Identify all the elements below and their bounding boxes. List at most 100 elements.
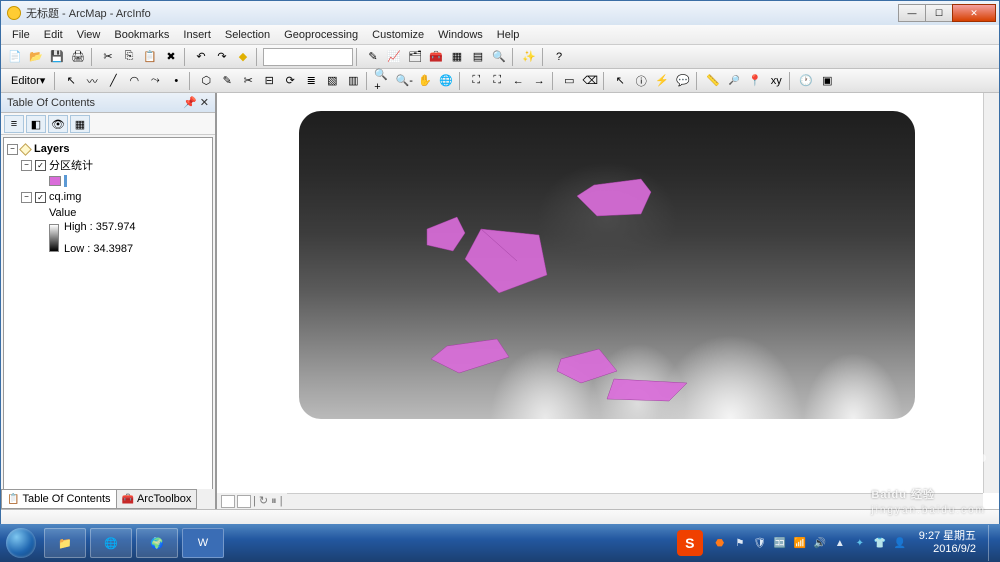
hyperlink-tool[interactable]: ⚡ — [652, 71, 672, 91]
point-tool[interactable]: • — [166, 71, 186, 91]
data-view-tab[interactable] — [221, 495, 235, 508]
layer2-checkbox[interactable]: ✓ — [35, 192, 46, 203]
maximize-button[interactable]: ☐ — [925, 4, 953, 22]
start-button[interactable] — [0, 524, 42, 562]
save-button[interactable]: 💾 — [47, 47, 67, 67]
zone-polygon-1[interactable] — [577, 179, 651, 216]
select-elements-tool[interactable]: ↖ — [610, 71, 630, 91]
show-desktop-button[interactable] — [988, 525, 998, 561]
tray-security-icon[interactable]: ⬣ — [713, 536, 727, 550]
search-button[interactable]: 🔍 — [489, 47, 509, 67]
help-button[interactable]: ? — [549, 47, 569, 67]
reshape-tool[interactable]: ✎ — [217, 71, 237, 91]
zone-polygon-2[interactable] — [427, 217, 465, 251]
catalog-button[interactable]: 🗂 — [405, 47, 425, 67]
find-tool[interactable]: 🔎 — [724, 71, 744, 91]
toc-tree[interactable]: − Layers − ✓ 分区统计 − ✓ cq.img — [3, 137, 213, 507]
menu-customize[interactable]: Customize — [365, 27, 431, 43]
cut-polygons[interactable]: ✂ — [238, 71, 258, 91]
zone-polygon-5[interactable] — [557, 349, 617, 383]
rotate-tool[interactable]: ⟳ — [280, 71, 300, 91]
scale-combo[interactable] — [263, 48, 353, 66]
menu-selection[interactable]: Selection — [218, 27, 277, 43]
layer2-gradient-swatch[interactable] — [49, 224, 59, 252]
map-scrollbar-v[interactable] — [983, 93, 999, 493]
menu-bookmarks[interactable]: Bookmarks — [107, 27, 176, 43]
expander-layer2[interactable]: − — [21, 192, 32, 203]
menu-edit[interactable]: Edit — [37, 27, 70, 43]
toolbox-button[interactable]: 🧰 — [426, 47, 446, 67]
editor-dropdown[interactable]: Editor ▾ — [5, 71, 51, 91]
forward-extent-button[interactable]: → — [529, 71, 549, 91]
tab-arctoolbox[interactable]: 🧰 ArcToolbox — [116, 489, 198, 509]
python-button[interactable]: ▦ — [447, 47, 467, 67]
menu-file[interactable]: File — [5, 27, 37, 43]
arc-segment[interactable]: ◠ — [124, 71, 144, 91]
map-viewport[interactable] — [233, 93, 983, 491]
tray-volume-icon[interactable]: 🔊 — [813, 536, 827, 550]
layout-view-tab[interactable] — [237, 495, 251, 508]
minimize-button[interactable]: — — [898, 4, 926, 22]
measure-tool[interactable]: 📏 — [703, 71, 723, 91]
fixed-zoom-in[interactable]: ⛶ — [466, 71, 486, 91]
select-features-tool[interactable]: ▭ — [559, 71, 579, 91]
trace-tool[interactable]: ⤳ — [145, 71, 165, 91]
editor-toolbar-icon[interactable]: ✎ — [363, 47, 383, 67]
zoom-in-tool[interactable]: 🔍+ — [373, 71, 393, 91]
clear-selection-button[interactable]: ⌫ — [580, 71, 600, 91]
split-tool[interactable]: ⊟ — [259, 71, 279, 91]
zone-polygon-3[interactable] — [465, 229, 547, 293]
menu-insert[interactable]: Insert — [176, 27, 218, 43]
sogou-ime-icon[interactable]: S — [677, 530, 703, 556]
create-viewer-button[interactable]: ▣ — [817, 71, 837, 91]
menu-view[interactable]: View — [70, 27, 108, 43]
redo-button[interactable]: ↷ — [212, 47, 232, 67]
pan-tool[interactable]: ✋ — [415, 71, 435, 91]
zoom-out-tool[interactable]: 🔍- — [394, 71, 414, 91]
close-button[interactable]: ✕ — [952, 4, 996, 22]
menu-windows[interactable]: Windows — [431, 27, 490, 43]
undo-button[interactable]: ↶ — [191, 47, 211, 67]
list-by-selection[interactable]: ▦ — [70, 115, 90, 133]
layer1-name[interactable]: 分区统计 — [49, 157, 93, 173]
model-button[interactable]: ▤ — [468, 47, 488, 67]
identify-tool[interactable]: ⓘ — [631, 71, 651, 91]
toc-pin-icon[interactable]: 📌 — [183, 96, 197, 109]
tray-flag-icon[interactable]: ⚑ — [733, 536, 747, 550]
env-button[interactable]: ✨ — [519, 47, 539, 67]
layer2-name[interactable]: cq.img — [49, 191, 81, 203]
tray-misc1-icon[interactable]: ✦ — [853, 536, 867, 550]
full-extent-button[interactable]: 🌐 — [436, 71, 456, 91]
tray-misc3-icon[interactable]: 👤 — [893, 536, 907, 550]
edit-vertices[interactable]: ⬡ — [196, 71, 216, 91]
tray-up-icon[interactable]: ▲ — [833, 536, 847, 550]
straight-segment[interactable]: ╱ — [103, 71, 123, 91]
layer1-symbol-fill[interactable] — [49, 176, 61, 186]
time-slider-button[interactable]: 🕐 — [796, 71, 816, 91]
menu-help[interactable]: Help — [490, 27, 527, 43]
open-button[interactable]: 📂 — [26, 47, 46, 67]
map-scrollbar-h[interactable] — [287, 493, 983, 509]
expander-layers[interactable]: − — [7, 144, 18, 155]
expander-layer1[interactable]: − — [21, 160, 32, 171]
task-word[interactable]: W — [182, 528, 224, 558]
tray-misc2-icon[interactable]: 👕 — [873, 536, 887, 550]
delete-button[interactable]: ✖ — [161, 47, 181, 67]
edit-tool[interactable]: ↖ — [61, 71, 81, 91]
cut-button[interactable]: ✂ — [98, 47, 118, 67]
copy-button[interactable]: ⎘ — [119, 47, 139, 67]
layer1-symbol-outline[interactable] — [64, 175, 67, 187]
tray-lan-icon[interactable]: 🈁 — [773, 536, 787, 550]
sketch-props[interactable]: ▧ — [322, 71, 342, 91]
attributes-button[interactable]: ≣ — [301, 71, 321, 91]
new-button[interactable]: 📄 — [5, 47, 25, 67]
tray-network-icon[interactable]: 📶 — [793, 536, 807, 550]
toc-close-icon[interactable]: ✕ — [200, 96, 209, 109]
task-explorer[interactable]: 📁 — [44, 528, 86, 558]
graph-icon[interactable]: 📈 — [384, 47, 404, 67]
list-by-drawing-order[interactable]: ≡ — [4, 115, 24, 133]
system-clock[interactable]: 9:27 星期五 2016/9/2 — [913, 530, 982, 555]
find-route-tool[interactable]: 📍 — [745, 71, 765, 91]
tab-toc[interactable]: 📋 Table Of Contents — [1, 489, 117, 509]
paste-button[interactable]: 📋 — [140, 47, 160, 67]
